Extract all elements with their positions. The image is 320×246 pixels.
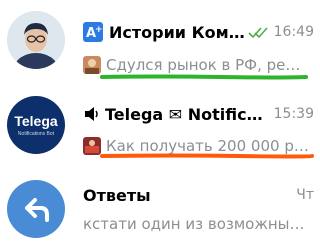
avatar <box>7 180 65 238</box>
svg-text:+: + <box>95 25 103 35</box>
chat-time: 16:49 <box>269 21 314 43</box>
double-check-icon <box>248 24 268 43</box>
reply-arrow-icon <box>25 198 49 222</box>
chat-list: A + Истории Ком… 16:49 Сдулся рынок в РФ <box>0 0 320 246</box>
app-a-plus-icon: A + <box>83 22 103 42</box>
chat-row-istorii[interactable]: A + Истории Ком… 16:49 Сдулся рынок в РФ <box>0 0 320 82</box>
chat-title-line: Ответы <box>83 184 320 206</box>
avatar <box>7 11 65 69</box>
chat-row-replies[interactable]: Ответы Чт кстати один из возможны… <box>0 164 320 246</box>
chat-preview: Сдулся рынок в РФ, ре… <box>106 56 301 74</box>
chat-preview: кстати один из возможны… <box>83 215 305 233</box>
preview-thumbnail <box>83 56 101 74</box>
avatar: Telega Notifications Bot <box>7 96 65 154</box>
chat-row-telega[interactable]: Telega Notifications Bot Telega ✉ Notifi… <box>0 82 320 164</box>
chat-time: Чт <box>292 184 314 206</box>
speaker-icon <box>83 105 101 123</box>
chat-title: Истории Ком… <box>109 22 245 42</box>
avatar-title: Telega <box>14 113 58 129</box>
preview-thumbnail <box>83 137 101 155</box>
chat-preview-line: Сдулся рынок в РФ, ре… <box>83 55 316 75</box>
chat-preview: Как получать 200 000 р… <box>106 137 309 155</box>
chat-title: Ответы <box>83 185 151 205</box>
chat-preview-line: кстати один из возможны… <box>83 214 316 234</box>
chat-title: Telega ✉ Notific… <box>105 104 263 124</box>
avatar-subtitle: Notifications Bot <box>17 131 55 137</box>
person-avatar-icon <box>7 11 65 69</box>
chat-preview-line: Как получать 200 000 р… <box>83 136 316 156</box>
chat-time: 15:39 <box>269 103 314 125</box>
